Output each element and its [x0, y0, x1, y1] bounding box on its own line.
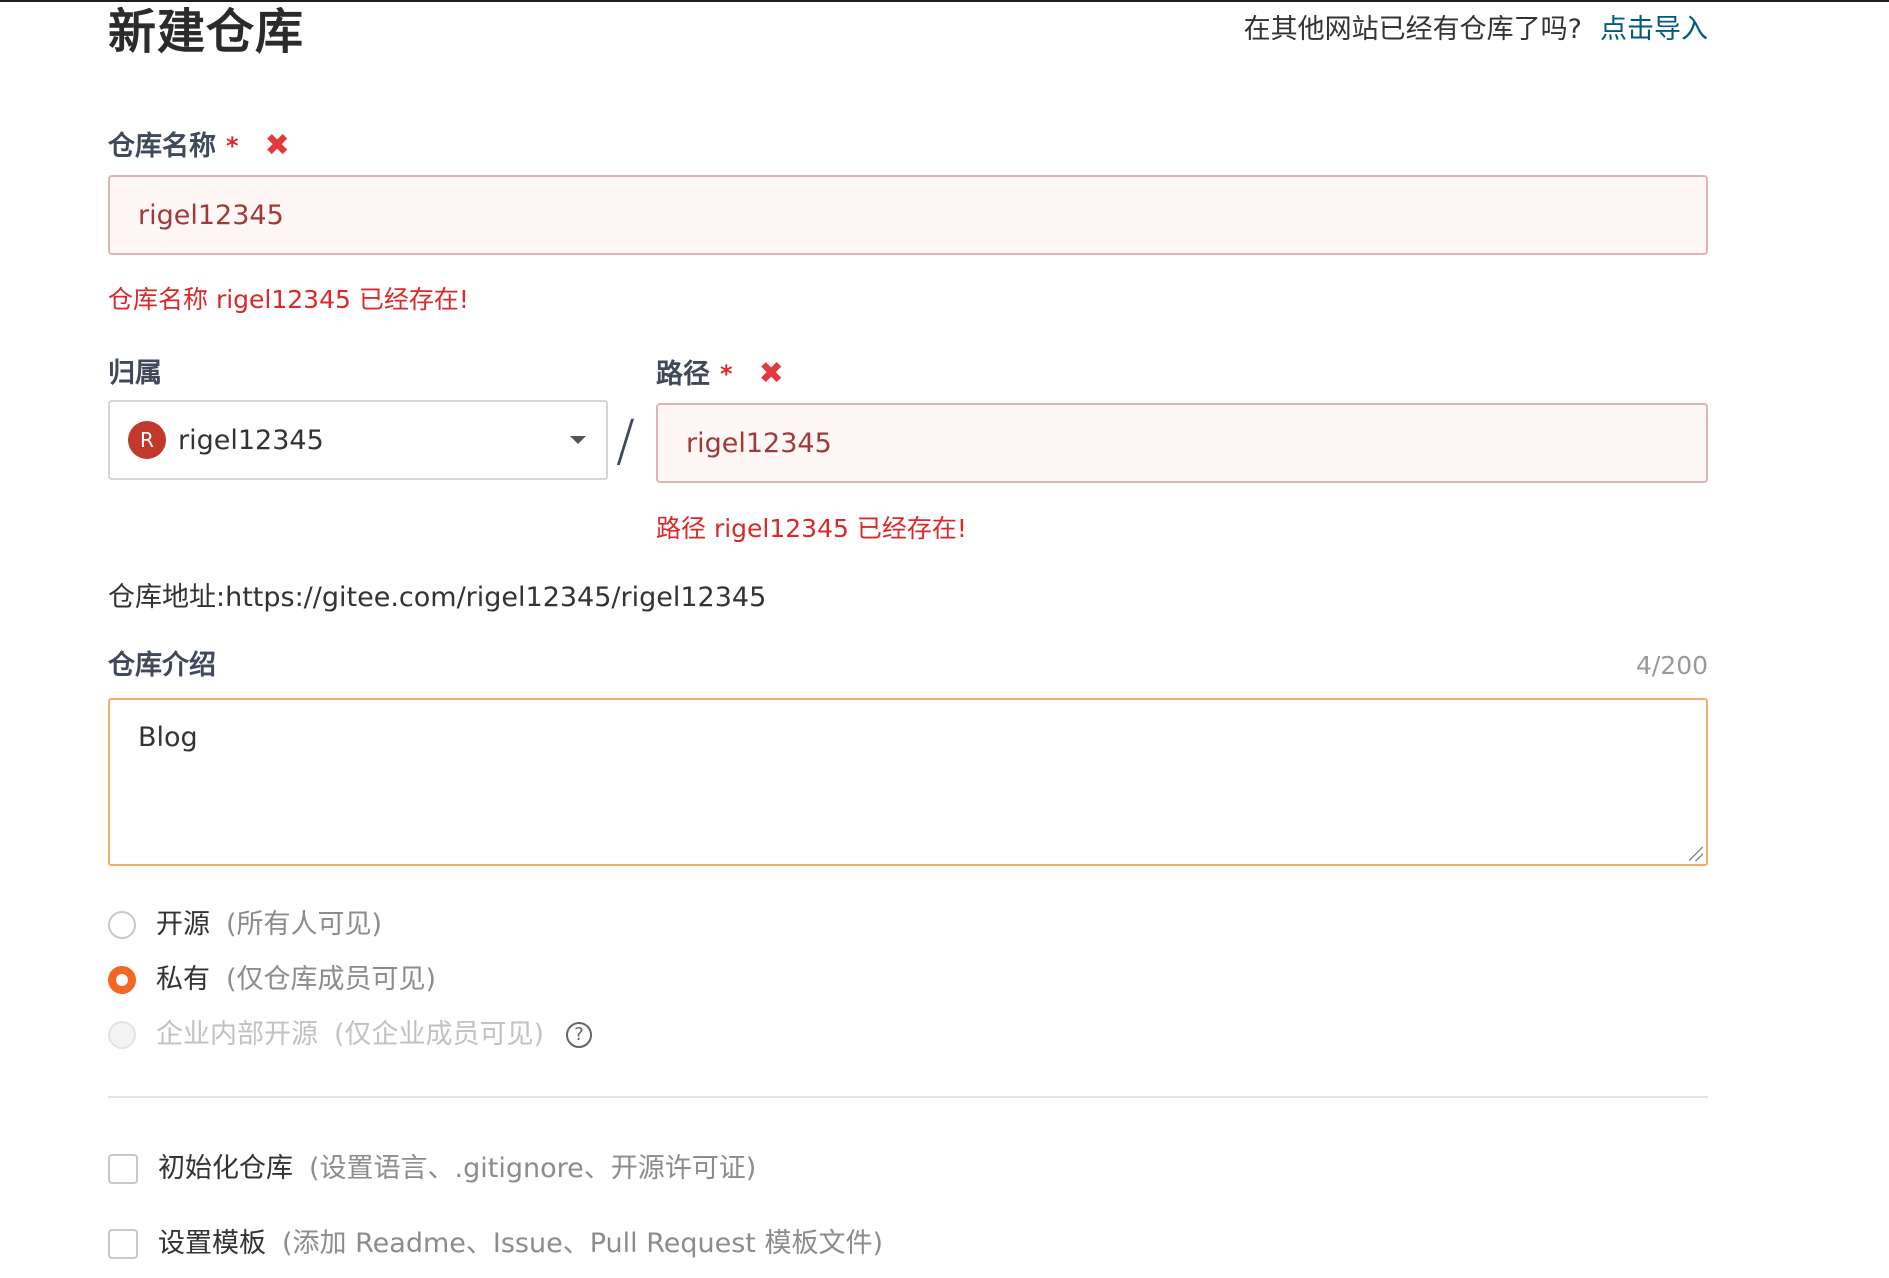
path-input[interactable]: rigel12345: [656, 403, 1708, 483]
page-title: 新建仓库: [108, 4, 305, 60]
char-counter: 4/200: [1635, 651, 1708, 680]
radio-public-label: 开源: [156, 909, 210, 940]
error-x-icon: ✖: [264, 128, 290, 163]
init-repo-checkbox[interactable]: [108, 1154, 138, 1184]
import-prompt-text: 在其他网站已经有仓库了吗?: [1243, 14, 1582, 45]
template-note: (添加 Readme、Issue、Pull Request 模板文件): [282, 1228, 883, 1259]
new-repo-form: 新建仓库 在其他网站已经有仓库了吗? 点击导入 仓库名称 * ✖ rigel12345…: [108, 0, 1708, 1278]
radio-private[interactable]: [108, 966, 136, 994]
template-option[interactable]: 设置模板 (添加 Readme、Issue、Pull Request 模板文件): [108, 1226, 883, 1262]
template-checkbox[interactable]: [108, 1229, 138, 1259]
radio-private-label: 私有: [156, 964, 210, 995]
resize-handle[interactable]: [1689, 847, 1703, 861]
template-label: 设置模板: [158, 1228, 266, 1259]
repo-name-error: 仓库名称 rigel12345 已经存在!: [108, 285, 469, 314]
repo-name-label-text: 仓库名称: [108, 131, 216, 162]
radio-enterprise-note: (仅企业成员可见): [334, 1019, 545, 1050]
import-prompt: 在其他网站已经有仓库了吗? 点击导入: [1244, 12, 1708, 48]
radio-public[interactable]: [108, 911, 136, 939]
required-mark: *: [720, 360, 733, 388]
path-error: 路径 rigel12345 已经存在!: [656, 514, 967, 543]
owner-value: rigel12345: [178, 424, 324, 456]
divider: [108, 1096, 1708, 1098]
radio-enterprise-label: 企业内部开源: [156, 1019, 318, 1050]
description-value: Blog: [138, 722, 198, 753]
caret-down-icon: [570, 436, 586, 444]
init-repo-label: 初始化仓库: [158, 1153, 293, 1184]
required-mark: *: [226, 132, 239, 160]
visibility-public[interactable]: 开源 (所有人可见): [108, 907, 382, 943]
owner-select[interactable]: R rigel12345: [108, 400, 608, 480]
radio-private-note: (仅仓库成员可见): [226, 964, 437, 995]
init-repo-note: (设置语言、.gitignore、开源许可证): [309, 1153, 757, 1184]
import-link[interactable]: 点击导入: [1600, 14, 1708, 45]
repo-address: 仓库地址:https://gitee.com/rigel12345/rigel1…: [108, 582, 767, 613]
avatar: R: [128, 421, 166, 459]
radio-enterprise: [108, 1021, 136, 1049]
path-separator: /: [616, 409, 635, 474]
error-x-icon: ✖: [758, 356, 784, 391]
description-label: 仓库介绍: [108, 650, 216, 681]
description-textarea[interactable]: Blog: [108, 698, 1708, 866]
path-label: 路径 * ✖: [656, 356, 784, 393]
radio-public-note: (所有人可见): [226, 909, 383, 940]
repo-name-input[interactable]: rigel12345: [108, 175, 1708, 255]
question-circle-icon[interactable]: ?: [566, 1022, 593, 1048]
repo-name-label: 仓库名称 * ✖: [108, 128, 290, 165]
init-repo-option[interactable]: 初始化仓库 (设置语言、.gitignore、开源许可证): [108, 1151, 756, 1187]
path-label-text: 路径: [656, 359, 710, 390]
visibility-private[interactable]: 私有 (仅仓库成员可见): [108, 962, 436, 998]
owner-label: 归属: [108, 358, 162, 389]
visibility-enterprise: 企业内部开源 (仅企业成员可见) ?: [108, 1017, 593, 1053]
